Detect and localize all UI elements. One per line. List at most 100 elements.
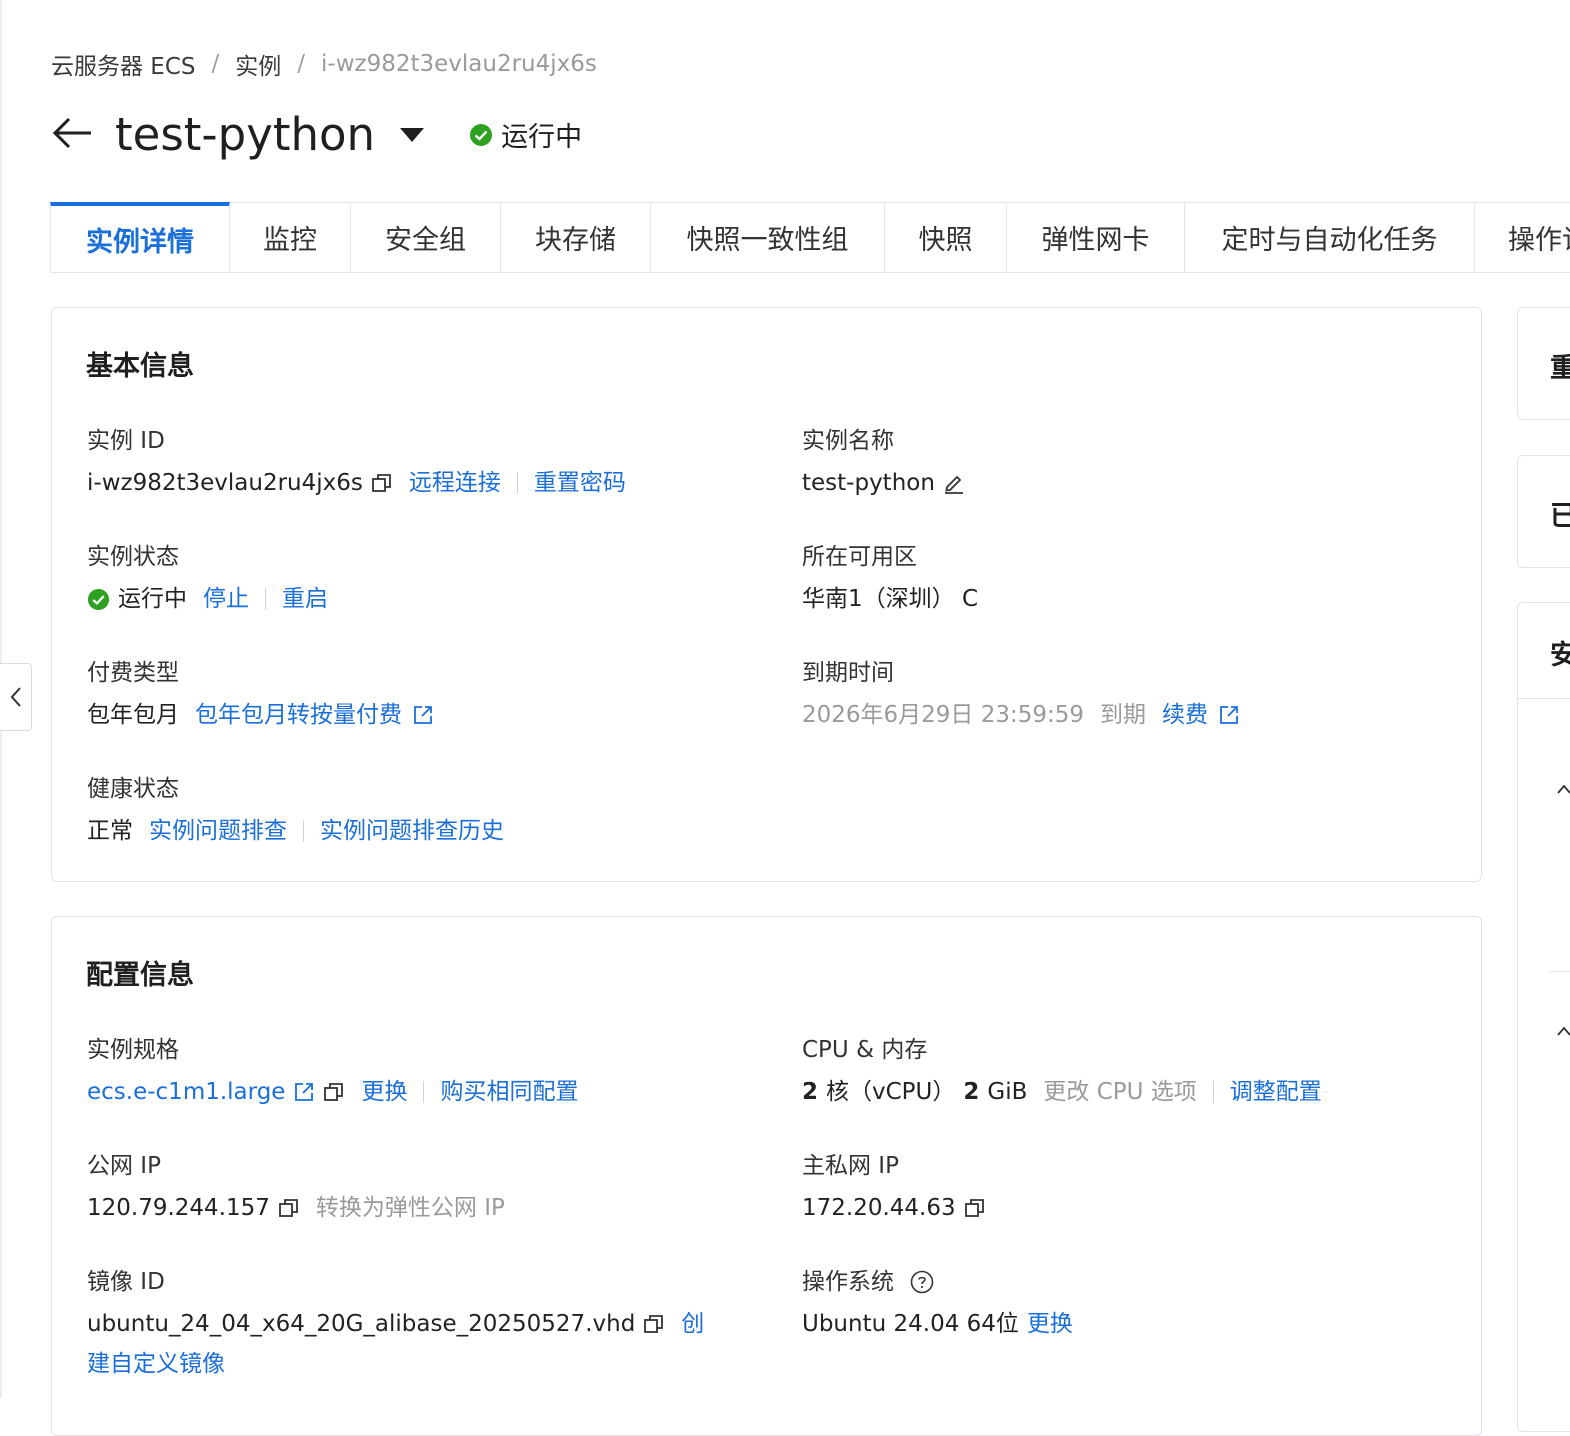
tab-security-group[interactable]: 安全组 [351, 202, 501, 272]
page-header: test-python 运行中 [51, 108, 582, 161]
reset-password-link[interactable]: 重置密码 [534, 469, 626, 497]
config-info-card: 配置信息 实例规格 ecs.e-c1m1.large 更换 购买相同配置 CPU… [51, 916, 1482, 1436]
instance-status-value: 运行中 [118, 586, 187, 612]
status-badge: 运行中 [469, 115, 582, 154]
instance-switch-dropdown[interactable] [399, 127, 425, 143]
sidebar-collapse-toggle[interactable] [0, 663, 32, 731]
tab-block-storage[interactable]: 块存储 [501, 202, 651, 272]
buy-same-link[interactable]: 购买相同配置 [440, 1078, 578, 1106]
side-card-2-title: 已 [1550, 501, 1570, 532]
expire-value: 2026年6月29日 23:59:59 [802, 702, 1085, 728]
troubleshoot-link[interactable]: 实例问题排查 [149, 817, 287, 845]
public-ip-label: 公网 IP [87, 1153, 161, 1179]
expire-field: 到期时间 2026年6月29日 23:59:59 到期 续费 [802, 659, 1240, 729]
copy-image-id-button[interactable] [643, 1313, 665, 1335]
change-cpu-option-link[interactable]: 更改 CPU 选项 [1043, 1078, 1196, 1106]
stop-link[interactable]: 停止 [203, 585, 249, 613]
instance-status-label: 实例状态 [87, 544, 179, 570]
convert-billing-link[interactable]: 包年包月转按量付费 [195, 701, 402, 729]
breadcrumb-item-instances[interactable]: 实例 [235, 47, 281, 81]
chevron-up-icon[interactable] [1556, 783, 1570, 795]
tab-monitoring[interactable]: 监控 [230, 202, 351, 272]
instance-id-field: 实例 ID i-wz982t3evlau2ru4jx6s 远程连接 重置密码 [87, 427, 626, 497]
cpu-count: 2 [802, 1079, 819, 1105]
edit-name-button[interactable] [943, 472, 965, 494]
external-link-icon[interactable] [293, 1081, 315, 1103]
divider [1550, 971, 1570, 972]
os-label: 操作系统 [802, 1269, 894, 1295]
cpu-mem-label: CPU & 内存 [802, 1037, 928, 1063]
create-custom-image-link-part1[interactable]: 创 [681, 1310, 704, 1338]
divider [303, 820, 304, 842]
divider [1212, 1081, 1214, 1103]
caret-down-icon [400, 127, 425, 142]
breadcrumb: 云服务器 ECS / 实例 / i-wz982t3evlau2ru4jx6s [51, 47, 597, 81]
os-field: 操作系统 Ubuntu 24.04 64位 更换 [802, 1268, 1073, 1338]
os-value: Ubuntu 24.04 64位 [802, 1311, 1019, 1337]
tab-scheduled-tasks[interactable]: 定时与自动化任务 [1185, 202, 1475, 272]
config-info-title: 配置信息 [86, 960, 194, 991]
cpu-unit: 核（vCPU） [826, 1079, 956, 1105]
help-icon[interactable] [910, 1270, 934, 1294]
copy-instance-id-button[interactable] [371, 472, 393, 494]
restart-link[interactable]: 重启 [282, 585, 328, 613]
copy-public-ip-button[interactable] [278, 1197, 300, 1219]
tab-snapshot-consistency-group[interactable]: 快照一致性组 [651, 202, 885, 272]
basic-info-card: 基本信息 实例 ID i-wz982t3evlau2ru4jx6s 远程连接 重… [51, 307, 1482, 882]
copy-icon [324, 1083, 344, 1101]
breadcrumb-item-ecs[interactable]: 云服务器 ECS [51, 47, 196, 81]
external-link-icon[interactable] [412, 704, 434, 726]
private-ip-value: 172.20.44.63 [802, 1195, 956, 1221]
divider [265, 588, 266, 610]
instance-id-value: i-wz982t3evlau2ru4jx6s [87, 470, 363, 496]
instance-status-field: 实例状态 运行中 停止 重启 [87, 543, 328, 613]
spec-field: 实例规格 ecs.e-c1m1.large 更换 购买相同配置 [87, 1036, 578, 1106]
health-label: 健康状态 [87, 776, 179, 802]
cpu-mem-field: CPU & 内存 2 核（vCPU） 2 GiB 更改 CPU 选项 调整配置 [802, 1036, 1322, 1106]
back-arrow-icon [52, 117, 91, 148]
tab-operation-log[interactable]: 操作记录 [1475, 202, 1570, 272]
zone-field: 所在可用区 华南1（深圳） C [802, 543, 978, 613]
instance-name-value: test-python [802, 470, 935, 496]
private-ip-label: 主私网 IP [802, 1153, 899, 1179]
remote-connect-link[interactable]: 远程连接 [409, 469, 501, 497]
edit-icon [944, 475, 963, 494]
tab-eni[interactable]: 弹性网卡 [1007, 202, 1185, 272]
copy-private-ip-button[interactable] [964, 1197, 986, 1219]
tab-bar: 实例详情 监控 安全组 块存储 快照一致性组 快照 弹性网卡 定时与自动化任务 … [50, 202, 1570, 273]
chevron-up-icon[interactable] [1556, 1025, 1570, 1037]
copy-icon [279, 1199, 298, 1217]
check-circle-icon [87, 588, 110, 610]
external-link-icon[interactable] [1218, 704, 1240, 726]
health-field: 健康状态 正常 实例问题排查 实例问题排查历史 [87, 775, 504, 845]
side-card-3: 安 [1517, 602, 1570, 1432]
page-title: test-python [115, 108, 376, 161]
public-ip-value: 120.79.244.157 [87, 1195, 270, 1221]
zone-value: 华南1（深圳） C [802, 586, 979, 612]
tab-instance-details[interactable]: 实例详情 [50, 202, 230, 272]
back-button[interactable] [51, 116, 93, 154]
public-ip-field: 公网 IP 120.79.244.157 转换为弹性公网 IP [87, 1152, 505, 1222]
mem-count: 2 [963, 1079, 980, 1105]
basic-info-title: 基本信息 [86, 351, 194, 382]
instance-id-label: 实例 ID [87, 428, 165, 454]
convert-eip-link[interactable]: 转换为弹性公网 IP [316, 1194, 505, 1222]
image-id-label: 镜像 ID [87, 1269, 165, 1295]
copy-spec-button[interactable] [323, 1081, 345, 1103]
check-circle-icon [470, 123, 493, 146]
tab-snapshot[interactable]: 快照 [885, 202, 1007, 272]
change-os-link[interactable]: 更换 [1027, 1310, 1073, 1338]
zone-label: 所在可用区 [802, 544, 917, 570]
renew-link[interactable]: 续费 [1162, 701, 1208, 729]
troubleshoot-history-link[interactable]: 实例问题排查历史 [320, 817, 504, 845]
side-card-1: 重 [1517, 307, 1570, 420]
breadcrumb-item-current: i-wz982t3evlau2ru4jx6s [321, 51, 597, 77]
mem-unit: GiB [987, 1079, 1028, 1105]
create-custom-image-link-part2[interactable]: 建自定义镜像 [87, 1350, 225, 1378]
divider [1518, 698, 1570, 699]
health-value: 正常 [87, 818, 133, 844]
adjust-config-link[interactable]: 调整配置 [1230, 1078, 1322, 1106]
spec-link[interactable]: ecs.e-c1m1.large [87, 1078, 285, 1106]
breadcrumb-separator: / [297, 51, 306, 77]
change-spec-link[interactable]: 更换 [361, 1078, 407, 1106]
